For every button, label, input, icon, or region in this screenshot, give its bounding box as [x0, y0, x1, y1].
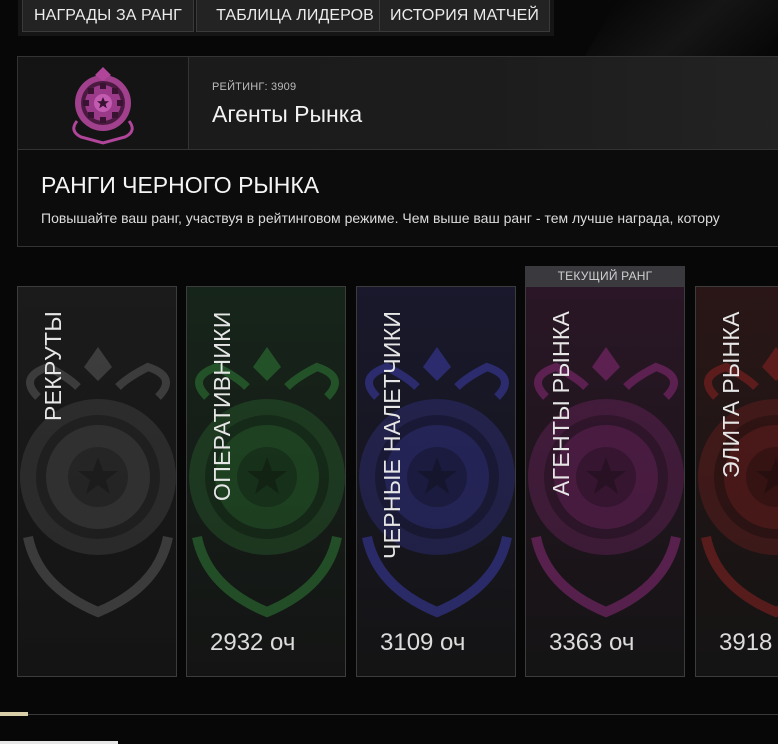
rank-card-recruits[interactable]: РЕКРУТЫ — [17, 286, 177, 677]
tab-rank-rewards[interactable]: НАГРАДЫ ЗА РАНГ — [22, 0, 194, 32]
ranks-description: Повышайте ваш ранг, участвуя в рейтингов… — [41, 210, 720, 226]
rank-header: РЕЙТИНГ: 3909 Агенты Рынка — [17, 56, 778, 150]
description-panel: РАНГИ ЧЕРНОГО РЫНКА Повышайте ваш ранг, … — [17, 150, 778, 247]
rank-points: 2932 оч — [210, 629, 296, 656]
rank-logo — [18, 57, 189, 149]
rank-card-black-raiders[interactable]: ЧЕРНЫЕ НАЛЕТЧИКИ 3109 оч — [356, 286, 516, 677]
tab-leaderboard[interactable]: ТАБЛИЦА ЛИДЕРОВ — [196, 0, 394, 32]
rank-card-market-agents[interactable]: АГЕНТЫ РЫНКА 3363 оч — [525, 286, 685, 677]
rank-points: 3109 оч — [380, 629, 466, 656]
rank-card-market-elite[interactable]: ЭЛИТА РЫНКА 3918 — [695, 286, 778, 677]
current-rank-tag: ТЕКУЩИЙ РАНГ — [525, 266, 685, 286]
tab-match-history[interactable]: ИСТОРИЯ МАТЧЕЙ — [379, 0, 550, 32]
current-rank-name: Агенты Рынка — [212, 101, 363, 127]
black-market-emblem-icon — [72, 67, 134, 145]
rank-points: 3918 — [719, 629, 773, 656]
rank-name: РЕКРУТЫ — [40, 310, 66, 421]
ranks-title: РАНГИ ЧЕРНОГО РЫНКА — [41, 172, 320, 198]
rank-name: ОПЕРАТИВНИКИ — [209, 311, 235, 501]
rank-card-operatives[interactable]: ОПЕРАТИВНИКИ 2932 оч — [186, 286, 346, 677]
rank-name: ЧЕРНЫЕ НАЛЕТЧИКИ — [379, 310, 405, 559]
rank-tabs-bar: НАГРАДЫ ЗА РАНГ ТАБЛИЦА ЛИДЕРОВ ИСТОРИЯ … — [18, 0, 554, 36]
footer-divider — [0, 714, 778, 715]
rating-value: РЕЙТИНГ: 3909 — [212, 81, 297, 93]
rank-name: ЭЛИТА РЫНКА — [718, 311, 744, 478]
rank-name: АГЕНТЫ РЫНКА — [548, 310, 574, 496]
footer-marker — [0, 712, 28, 716]
rank-points: 3363 оч — [549, 629, 635, 656]
